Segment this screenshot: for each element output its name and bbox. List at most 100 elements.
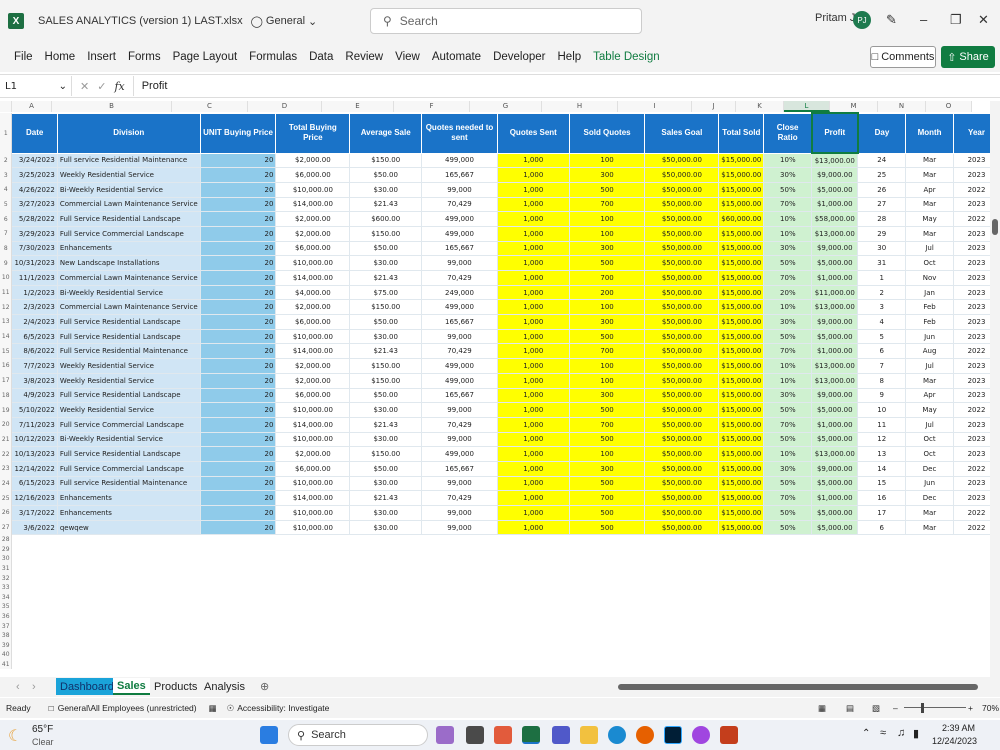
table-cell[interactable]: 1,000 [496, 387, 570, 404]
empty-cell[interactable] [764, 650, 812, 660]
table-cell[interactable]: $50,000.00 [644, 358, 720, 374]
empty-cell[interactable] [12, 592, 57, 602]
table-cell[interactable]: Bi-Weekly Residential Service [56, 284, 201, 301]
empty-cell[interactable] [812, 573, 858, 583]
empty-cell[interactable] [200, 573, 276, 583]
empty-cell[interactable] [812, 592, 858, 602]
empty-cell[interactable] [764, 554, 812, 564]
column-header[interactable]: UNIT Buying Price [199, 112, 277, 154]
table-cell[interactable]: 3/6/2022 [11, 519, 58, 536]
table-cell[interactable]: $50.00 [349, 387, 423, 404]
table-cell[interactable]: 12/14/2022 [11, 460, 58, 477]
table-cell[interactable]: $50.00 [349, 167, 423, 183]
empty-cell[interactable] [276, 554, 350, 564]
table-cell[interactable]: Oct [905, 255, 955, 271]
empty-cell[interactable] [858, 602, 906, 612]
table-cell[interactable]: $14,000.00 [275, 416, 351, 433]
empty-cell[interactable] [422, 612, 498, 622]
table-cell[interactable]: 300 [568, 314, 646, 330]
clock-date[interactable]: 12/24/2023 [932, 736, 977, 746]
empty-cell[interactable] [858, 592, 906, 602]
table-cell[interactable]: $50,000.00 [644, 416, 720, 433]
empty-cell[interactable] [497, 554, 569, 564]
empty-cell[interactable] [719, 573, 764, 583]
empty-cell[interactable] [350, 621, 422, 631]
empty-cell[interactable] [764, 612, 812, 622]
table-cell[interactable]: 300 [568, 460, 646, 477]
table-cell[interactable]: $5,000.00 [811, 505, 859, 521]
empty-cell[interactable] [200, 554, 276, 564]
zoom-in-icon[interactable]: + [968, 703, 973, 713]
row-number[interactable]: 14 [0, 329, 13, 344]
table-cell[interactable]: 5 [857, 328, 907, 345]
table-cell[interactable]: 1,000 [496, 299, 570, 316]
table-cell[interactable]: 1,000 [496, 490, 570, 506]
table-cell[interactable]: $15,000.00 [718, 387, 765, 404]
tab-sales[interactable]: Sales [113, 678, 150, 695]
messenger-icon[interactable] [692, 726, 710, 744]
table-cell[interactable]: $50,000.00 [644, 505, 720, 521]
row-number[interactable]: 22 [0, 446, 13, 462]
table-cell[interactable]: May [905, 211, 955, 227]
table-cell[interactable]: 1 [857, 270, 907, 286]
page-break-icon[interactable]: ▧ [872, 703, 880, 714]
empty-cell[interactable] [719, 544, 764, 554]
table-cell[interactable]: Jan [905, 284, 955, 301]
table-cell[interactable]: 1,000 [496, 211, 570, 227]
table-cell[interactable]: Oct [905, 431, 955, 448]
empty-cell[interactable] [57, 544, 200, 554]
column-letter-e[interactable]: E [322, 101, 394, 112]
table-cell[interactable]: Commercial Lawn Maintenance Service [56, 299, 201, 316]
table-cell[interactable]: 28 [857, 211, 907, 227]
column-letter-m[interactable]: M [830, 101, 878, 112]
table-cell[interactable]: 20 [199, 270, 277, 286]
table-cell[interactable]: $15,000.00 [718, 358, 765, 374]
table-cell[interactable]: 10% [763, 372, 813, 389]
table-cell[interactable]: $50,000.00 [644, 314, 720, 330]
table-cell[interactable]: 20 [199, 152, 277, 169]
table-cell[interactable]: $30.00 [349, 181, 423, 198]
row-number[interactable]: 23 [0, 461, 13, 477]
empty-cell[interactable] [350, 602, 422, 612]
table-cell[interactable]: 99,000 [421, 519, 498, 536]
row-number[interactable]: 19 [0, 402, 13, 418]
table-cell[interactable]: 70% [763, 490, 813, 506]
empty-cell[interactable] [497, 544, 569, 554]
firefox-icon[interactable] [636, 726, 654, 744]
tab-prev-icon[interactable]: ‹ [12, 678, 24, 695]
table-cell[interactable]: 249,000 [421, 284, 498, 301]
table-cell[interactable]: 50% [763, 475, 813, 492]
empty-cell[interactable] [12, 621, 57, 631]
table-cell[interactable]: 29 [857, 225, 907, 242]
empty-cell[interactable] [497, 583, 569, 593]
table-cell[interactable]: 70% [763, 416, 813, 433]
empty-cell[interactable] [812, 612, 858, 622]
table-cell[interactable]: 499,000 [421, 358, 498, 374]
empty-cell[interactable] [57, 660, 200, 670]
app-icon[interactable] [466, 726, 484, 744]
empty-cell[interactable] [764, 621, 812, 631]
empty-cell[interactable] [906, 631, 954, 641]
table-cell[interactable]: 24 [857, 152, 907, 169]
table-cell[interactable]: $9,000.00 [811, 387, 859, 404]
table-cell[interactable]: $150.00 [349, 358, 423, 374]
empty-cell[interactable] [719, 612, 764, 622]
table-cell[interactable]: $10,000.00 [275, 255, 351, 271]
table-cell[interactable]: $13,000.00 [811, 372, 859, 389]
file-explorer-icon[interactable] [580, 726, 598, 744]
table-cell[interactable]: $50,000.00 [644, 270, 720, 286]
table-cell[interactable]: $4,000.00 [275, 284, 351, 301]
table-cell[interactable]: 12/16/2023 [11, 490, 58, 506]
empty-cell[interactable] [764, 602, 812, 612]
table-cell[interactable]: $50,000.00 [644, 475, 720, 492]
wifi-icon[interactable]: ≈ [880, 727, 886, 739]
table-cell[interactable]: Full Service Commercial Landscape [56, 225, 201, 242]
table-cell[interactable]: 50% [763, 328, 813, 345]
empty-cell[interactable] [422, 592, 498, 602]
empty-cell[interactable] [764, 640, 812, 650]
table-cell[interactable]: $5,000.00 [811, 255, 859, 271]
table-cell[interactable]: 700 [568, 196, 646, 213]
formula-input[interactable]: Profit [132, 76, 1000, 96]
empty-cell[interactable] [645, 602, 719, 612]
share-button[interactable]: ⇧ Share [941, 46, 995, 68]
